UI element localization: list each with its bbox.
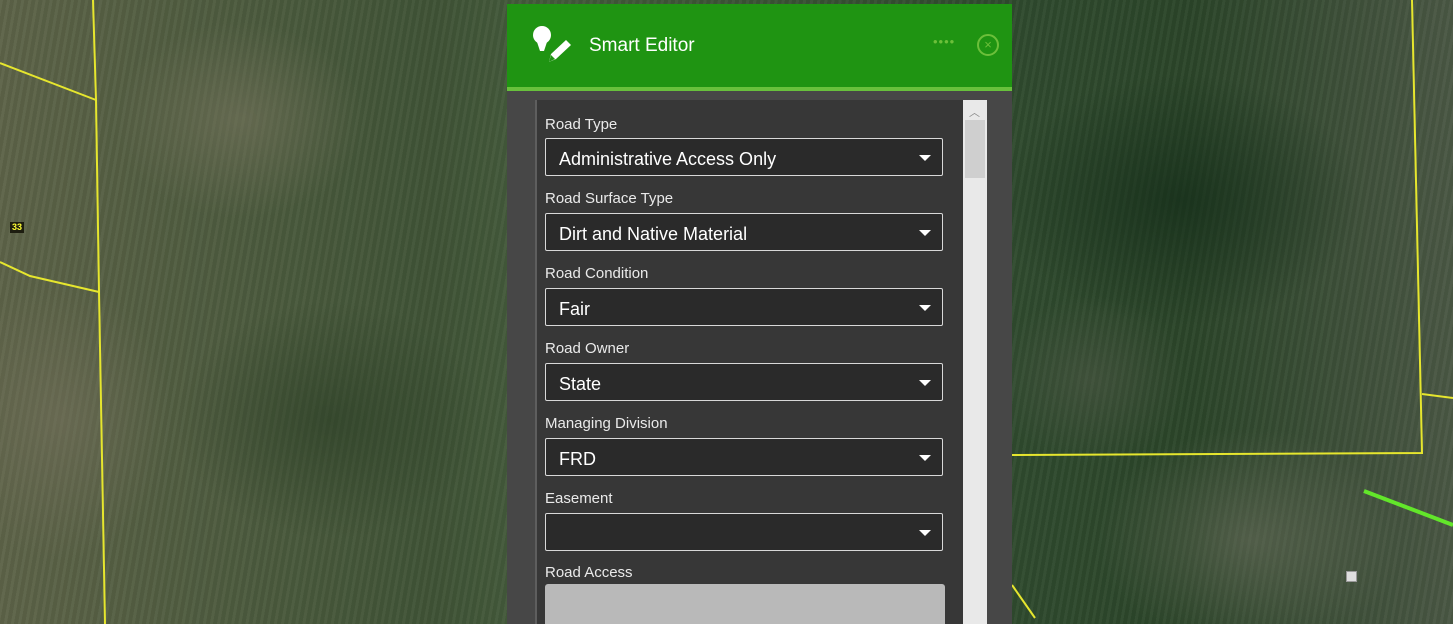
- chevron-down-icon[interactable]: [919, 380, 931, 386]
- parcel-label: 33: [10, 222, 25, 233]
- parcel-boundary-line: [92, 0, 106, 624]
- chevron-down-icon[interactable]: [919, 305, 931, 311]
- parcel-boundary-line: [0, 261, 100, 293]
- road-surface-type-select[interactable]: Dirt and Native Material: [545, 213, 943, 251]
- close-icon[interactable]: ×: [977, 34, 999, 56]
- panel-title: Smart Editor: [589, 35, 695, 56]
- parcel-boundary-line: [1421, 393, 1453, 399]
- managing-division-value: FRD: [559, 449, 596, 469]
- easement-label: Easement: [545, 490, 613, 507]
- road-surface-type-label: Road Surface Type: [545, 190, 674, 207]
- easement-select[interactable]: [545, 513, 943, 551]
- road-surface-type-value: Dirt and Native Material: [559, 224, 748, 244]
- smart-editor-panel: Smart Editor •••• × Road Type Administra…: [507, 4, 1012, 624]
- attribute-form[interactable]: Road Type Administrative Access Only Roa…: [535, 100, 987, 624]
- road-line[interactable]: [1363, 489, 1453, 527]
- road-owner-label: Road Owner: [545, 340, 630, 357]
- map-vertex-point[interactable]: [1346, 571, 1357, 582]
- more-icon[interactable]: ••••: [933, 34, 955, 49]
- parcel-boundary-line: [1011, 0, 1424, 456]
- road-condition-value: Fair: [559, 299, 590, 319]
- parcel-boundary-line: [1011, 584, 1036, 619]
- managing-division-select[interactable]: FRD: [545, 438, 943, 476]
- road-type-value: Administrative Access Only: [559, 149, 777, 169]
- form-scrollbar[interactable]: ︿: [963, 100, 987, 624]
- scroll-up-icon[interactable]: ︿: [969, 104, 980, 120]
- parcel-boundary-line: [0, 62, 97, 101]
- road-type-select[interactable]: Administrative Access Only: [545, 138, 943, 176]
- chevron-down-icon[interactable]: [919, 230, 931, 236]
- scroll-thumb[interactable]: [965, 120, 985, 178]
- road-access-label: Road Access: [545, 564, 633, 581]
- road-owner-value: State: [559, 374, 602, 394]
- managing-division-label: Managing Division: [545, 415, 668, 432]
- road-access-input[interactable]: [545, 584, 945, 624]
- chevron-down-icon[interactable]: [919, 455, 931, 461]
- road-type-label: Road Type: [545, 116, 618, 133]
- smart-editor-icon: [533, 26, 571, 62]
- panel-header[interactable]: Smart Editor •••• ×: [507, 4, 1012, 91]
- chevron-down-icon[interactable]: [919, 155, 931, 161]
- road-condition-select[interactable]: Fair: [545, 288, 943, 326]
- chevron-down-icon[interactable]: [919, 530, 931, 536]
- road-condition-label: Road Condition: [545, 265, 649, 282]
- road-owner-select[interactable]: State: [545, 363, 943, 401]
